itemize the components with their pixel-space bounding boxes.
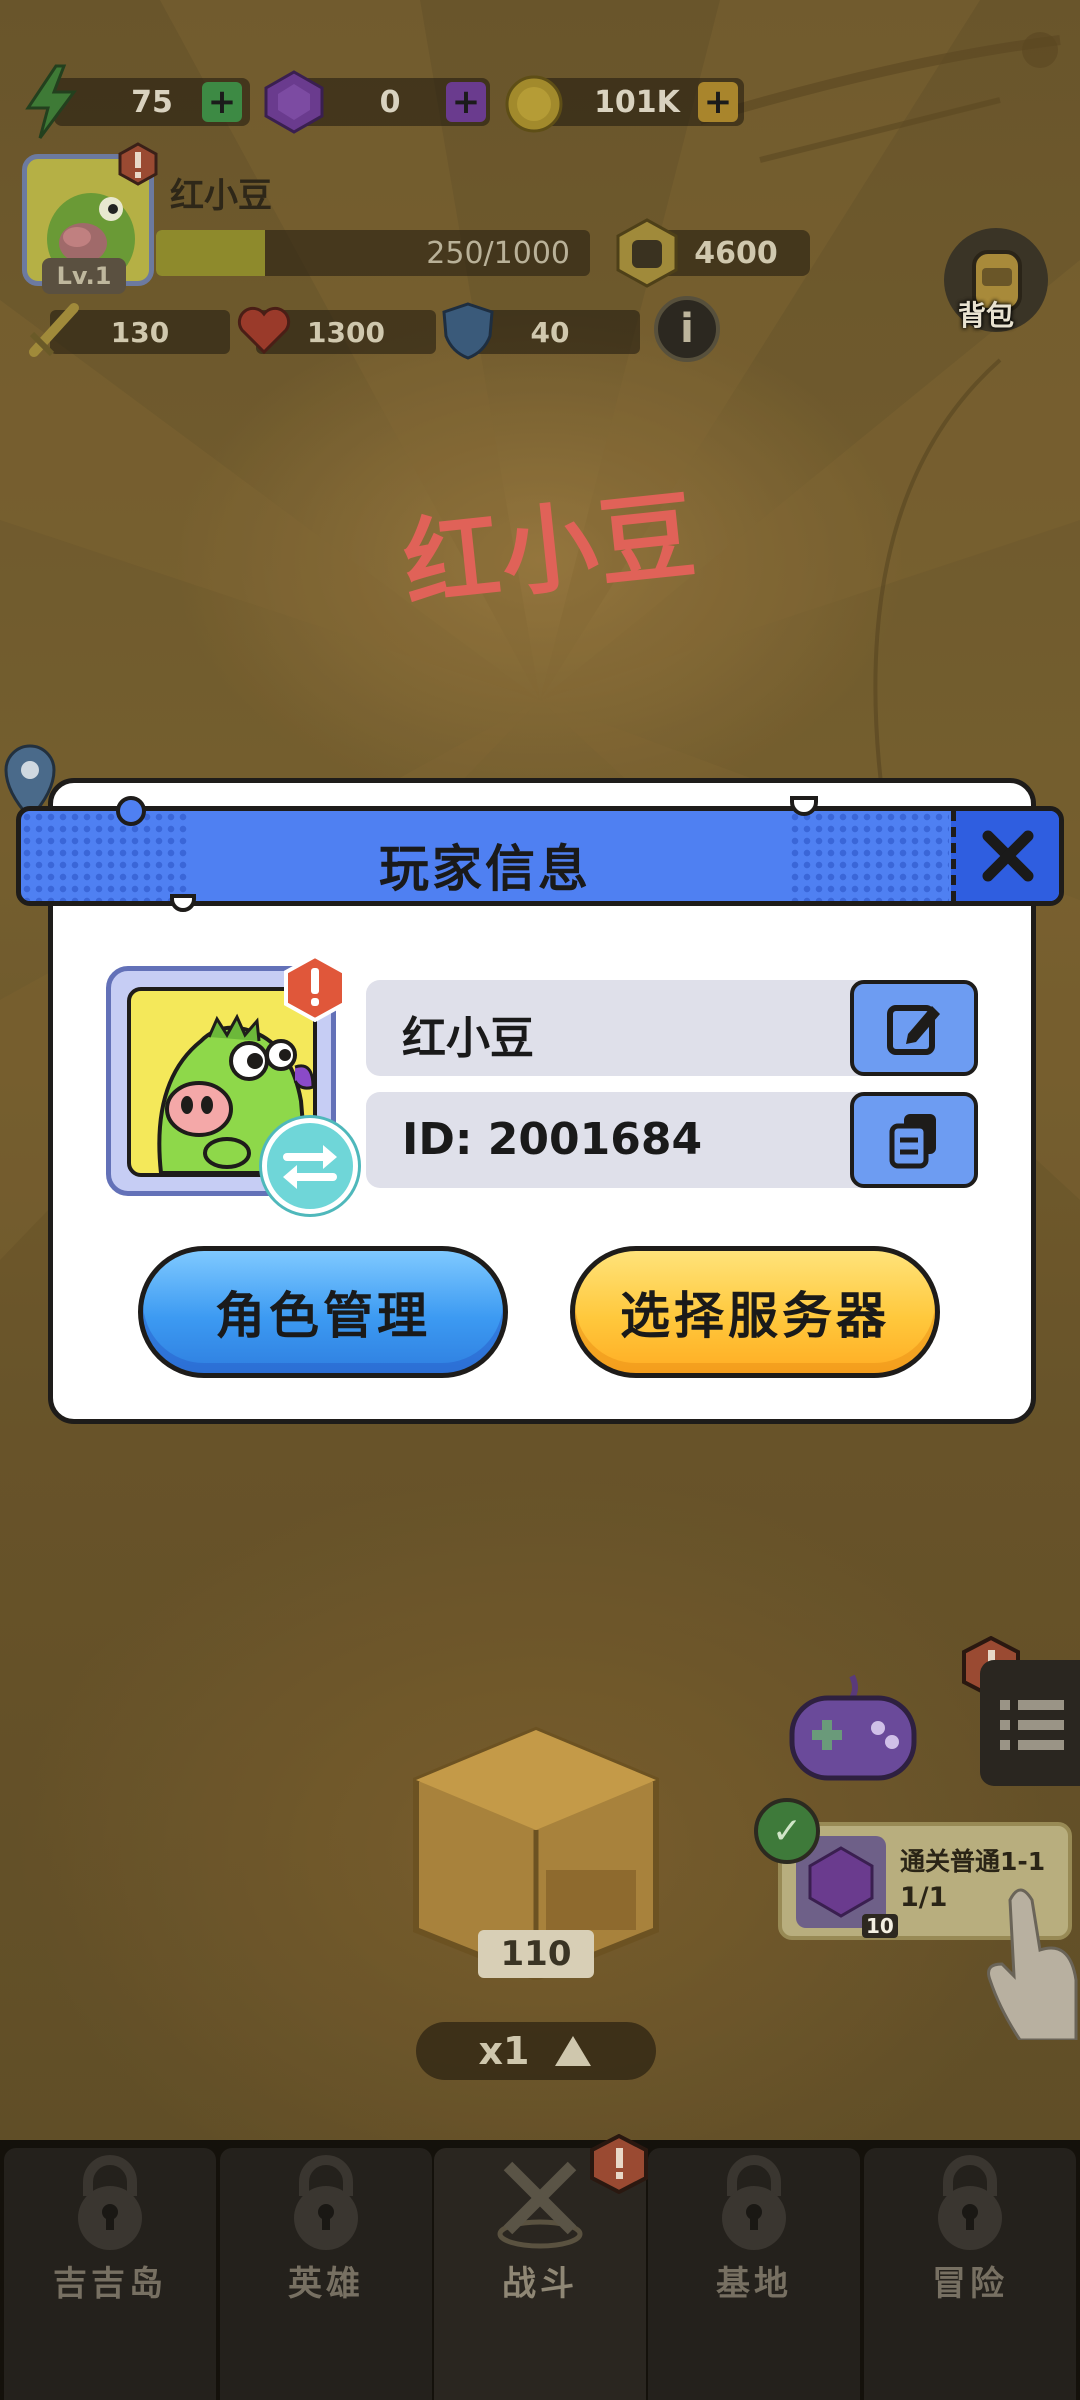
crossed-swords-icon	[497, 2161, 583, 2249]
close-icon	[982, 830, 1033, 882]
hp-value: 1300	[307, 315, 385, 349]
bottom-nav: 吉吉岛 英雄 战斗 基地 冒险	[0, 2134, 1080, 2400]
battle-alert-icon	[590, 2134, 648, 2194]
edit-name-button[interactable]	[850, 980, 978, 1076]
gem-icon	[264, 70, 324, 134]
tab-label: 基地	[716, 2264, 792, 2304]
coin-value: 101K	[594, 84, 680, 120]
defense-value: 40	[530, 315, 570, 349]
tab-adventure[interactable]: 冒险	[864, 2148, 1076, 2400]
menu-button[interactable]	[980, 1660, 1080, 1786]
heart-icon	[237, 306, 291, 355]
copy-icon	[889, 1114, 936, 1169]
lightning-icon	[25, 64, 77, 139]
speed-toggle[interactable]: x1	[416, 2022, 656, 2080]
dialog-title: 玩家信息	[379, 840, 591, 898]
tab-label: 英雄	[288, 2264, 364, 2304]
player-name-value: 红小豆	[402, 1013, 534, 1064]
quest-reward-count: 10	[862, 1914, 898, 1938]
player-id-value: ID: 2001684	[402, 1114, 703, 1165]
close-button[interactable]	[951, 811, 1059, 901]
lock-icon	[294, 2155, 358, 2250]
tab-island[interactable]: 吉吉岛	[4, 2148, 216, 2400]
chest-count: 110	[478, 1930, 594, 1978]
role-management-button[interactable]: 角色管理	[138, 1246, 508, 1378]
player-id-field: ID: 2001684	[366, 1092, 978, 1188]
check-icon: ✓	[754, 1798, 820, 1864]
tab-base[interactable]: 基地	[648, 2148, 860, 2400]
avatar-alert-icon	[284, 954, 346, 1022]
swap-avatar-button[interactable]	[262, 1118, 358, 1214]
bag-label: 背包	[958, 299, 1015, 332]
power-value: 4600	[694, 235, 778, 271]
lock-icon	[938, 2155, 1002, 2250]
energy-value: 75	[131, 84, 173, 120]
swap-icon	[283, 1145, 337, 1189]
copy-id-button[interactable]	[850, 1092, 978, 1188]
dialog-header: 玩家信息	[16, 806, 1064, 906]
edit-icon	[887, 1005, 940, 1055]
gem-value: 0	[379, 84, 401, 120]
quest-progress: 1/1	[900, 1882, 948, 1913]
tab-label: 吉吉岛	[53, 2264, 167, 2304]
attack-value: 130	[110, 315, 170, 349]
lock-icon	[722, 2155, 786, 2250]
tab-heroes[interactable]: 英雄	[220, 2148, 432, 2400]
tab-label: 战斗	[502, 2264, 578, 2304]
lock-icon	[78, 2155, 142, 2250]
shield-icon	[442, 302, 494, 360]
sword-icon	[29, 303, 79, 357]
tutorial-hand-icon	[987, 1888, 1078, 2040]
gem-plus-button[interactable]: +	[446, 82, 486, 122]
xp-text: 250/1000	[426, 236, 570, 271]
player-name-field: 红小豆	[366, 980, 978, 1076]
player-name-hud: 红小豆	[170, 176, 272, 216]
info-button[interactable]: i	[654, 296, 720, 362]
energy-plus-button[interactable]: +	[202, 82, 242, 122]
xp-bar: 250/1000	[156, 230, 590, 276]
quest-title: 通关普通1-1	[900, 1847, 1046, 1876]
coin-icon	[505, 75, 563, 133]
alert-badge-icon	[118, 142, 158, 186]
coin-plus-button[interactable]: +	[698, 82, 738, 122]
select-server-label: 选择服务器	[620, 1287, 890, 1345]
select-server-button[interactable]: 选择服务器	[570, 1246, 940, 1378]
gamepad-icon[interactable]	[786, 1668, 920, 1788]
xp-bar-fill	[156, 230, 265, 276]
speed-value: x1	[478, 2029, 530, 2073]
role-management-label: 角色管理	[215, 1287, 431, 1345]
tab-label: 冒险	[932, 2264, 1008, 2304]
triangle-up-icon	[555, 2036, 592, 2066]
list-icon	[1000, 1700, 1064, 1750]
level-badge: Lv.1	[42, 258, 126, 294]
info-icon: i	[680, 306, 694, 352]
fist-icon	[616, 218, 678, 288]
header-decoration	[116, 796, 146, 826]
